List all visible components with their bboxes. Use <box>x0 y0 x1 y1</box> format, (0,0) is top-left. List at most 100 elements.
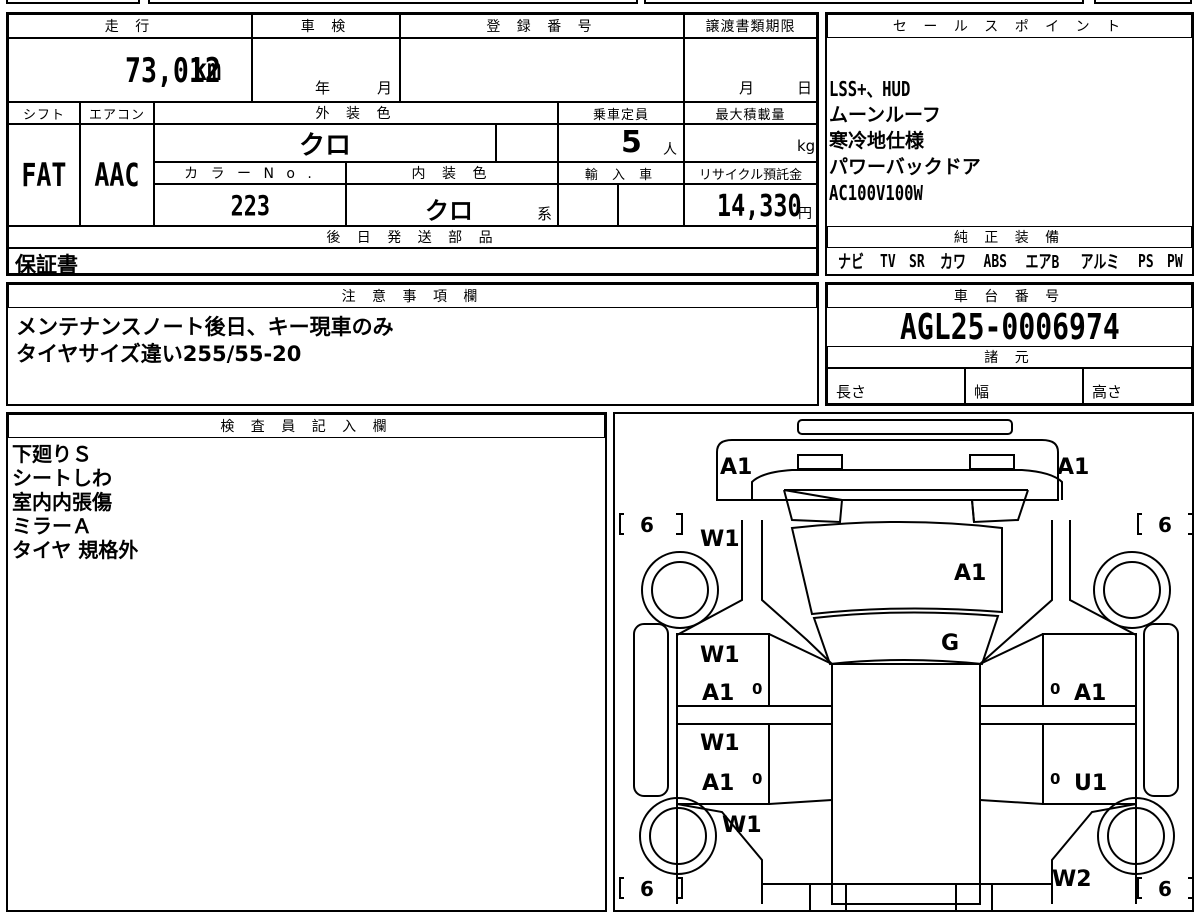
mark-left-front-door-1: W1 <box>700 643 740 668</box>
equipment-tv: TV <box>879 250 896 272</box>
length-label: 長さ <box>836 383 867 401</box>
chassis-panel: 車 台 番 号 AGL25-0006974 諸 元 長さ 幅 高さ <box>825 282 1194 406</box>
transfer-month: 月 <box>739 79 755 97</box>
mark-right-rear-fender: W2 <box>1052 867 1092 892</box>
length-cell: 長さ <box>827 368 965 404</box>
door-marker: 0 <box>752 770 762 788</box>
car-diagram-panel: A1 A1 W1 A1 G W1 A1 W1 A1 A1 U1 W1 W2 0 … <box>613 412 1194 912</box>
width-cell: 幅 <box>965 368 1083 404</box>
mileage-cell: 73,012 km <box>8 38 252 102</box>
inspection-year: 年 <box>315 79 331 97</box>
door-marker: 0 <box>1050 770 1060 788</box>
later-parts-value: 保証書 <box>15 253 78 277</box>
left-body-line <box>676 520 743 904</box>
sales-point-line: AC100V100W <box>829 181 923 205</box>
mark-left-rear-door-1: W1 <box>700 731 740 756</box>
later-parts-header: 後 日 発 送 部 品 <box>8 226 817 248</box>
notes-list: メンテナンスノート後日、キー現車のみ タイヤサイズ違い255/55-20 <box>16 314 394 368</box>
interior-color-suffix: 系 <box>537 205 553 223</box>
mark-left-rear-fender: W1 <box>722 813 762 838</box>
inspection-cell: 年 月 <box>252 38 400 102</box>
genuine-equipment-list: ナビ TV SR カワ ABS エアB アルミ PS PW <box>827 248 1192 274</box>
inspector-list: 下廻りＳ シートしわ 室内内張傷 ミラーＡ タイヤ 規格外 <box>12 442 138 562</box>
rear-light-right <box>955 883 993 910</box>
recycle-header: リサイクル預託金 <box>684 162 817 184</box>
sales-points-list: LSS+、HUD ムーンルーフ 寒冷地仕様 パワーバックドア AC100V100… <box>829 76 981 206</box>
capacity-value: 5 <box>621 125 642 160</box>
later-parts-cell: 保証書 <box>8 248 817 277</box>
recycle-cell: 14,330 円 <box>684 184 817 226</box>
sales-points-header: セ ー ル ス ポ イ ン ト <box>827 14 1192 38</box>
mileage-unit: km <box>193 53 222 88</box>
shift-cell: FAT <box>8 124 80 226</box>
headlight-left-icon <box>797 454 843 470</box>
mark-windshield: G <box>941 631 959 656</box>
color-no-value: 223 <box>230 188 270 222</box>
capacity-cell: 5 人 <box>558 124 684 162</box>
height-cell: 高さ <box>1083 368 1192 404</box>
interior-color-cell: クロ 系 <box>346 184 558 226</box>
equipment-airbag: エアB <box>1025 252 1060 273</box>
front-bumper-strip <box>797 419 1013 435</box>
exterior-color-value: クロ <box>298 130 351 161</box>
chassis-number: AGL25-0006974 <box>899 306 1120 348</box>
import-cell-b <box>618 184 684 226</box>
mark-hood: A1 <box>954 561 986 586</box>
windshield-outline <box>812 611 1000 666</box>
sales-points-panel: セ ー ル ス ポ イ ン ト LSS+、HUD ムーンルーフ 寒冷地仕様 パワ… <box>825 12 1194 276</box>
top-strip-mid <box>148 0 638 4</box>
inspector-line: 下廻りＳ <box>12 442 92 466</box>
mark-left-front-door-2: A1 <box>702 681 734 706</box>
import-header: 輸 入 車 <box>558 162 684 184</box>
inspector-line: シートしわ <box>12 466 112 490</box>
sales-point-line: ムーンルーフ <box>829 104 941 126</box>
height-label: 高さ <box>1092 383 1123 401</box>
sales-point-line: 寒冷地仕様 <box>829 130 925 152</box>
grille-outline <box>751 469 1063 500</box>
inspector-line: タイヤ 規格外 <box>12 538 139 562</box>
mark-front-right-bumper: A1 <box>1057 455 1089 480</box>
ac-cell: AAC <box>80 124 154 226</box>
equipment-sr: SR <box>908 250 925 272</box>
transfer-deadline-header: 譲渡書類期限 <box>684 14 817 38</box>
equipment-ps: PS <box>1137 250 1154 272</box>
car-diagram: A1 A1 W1 A1 G W1 A1 W1 A1 A1 U1 W1 W2 0 … <box>619 419 1192 910</box>
mark-left-rear-door-2: A1 <box>702 771 734 796</box>
specs-header: 諸 元 <box>827 346 1192 368</box>
color-no-header: カ ラ ー N o . <box>154 162 346 184</box>
sales-point-line: パワーバックドア <box>829 156 981 178</box>
ac-header: エアコン <box>80 102 154 124</box>
mileage-header: 走 行 <box>8 14 252 38</box>
transfer-day: 日 <box>797 79 813 97</box>
top-strip-right <box>644 0 1084 4</box>
top-strip-far-right <box>1094 0 1192 4</box>
recycle-value: 14,330 <box>717 189 802 224</box>
door-marker: 0 <box>1050 680 1060 698</box>
transfer-cell: 月 日 <box>684 38 817 102</box>
registration-cell <box>400 38 684 102</box>
max-load-cell: kg <box>684 124 817 162</box>
shift-header: シフト <box>8 102 80 124</box>
interior-color-value: クロ <box>425 197 473 225</box>
exterior-color-extra-cell <box>496 124 558 162</box>
chassis-number-cell: AGL25-0006974 <box>827 306 1192 348</box>
width-label: 幅 <box>974 383 990 401</box>
exterior-color-cell: クロ <box>154 124 496 162</box>
inspector-panel: 検 査 員 記 入 欄 下廻りＳ シートしわ 室内内張傷 ミラーＡ タイヤ 規格… <box>6 412 607 912</box>
vehicle-info-panel: 走 行 車 検 登 録 番 号 譲渡書類期限 73,012 km 年 月 月 日… <box>6 12 819 277</box>
inspector-line: ミラーＡ <box>12 514 92 538</box>
note-line: メンテナンスノート後日、キー現車のみ <box>16 315 394 339</box>
ac-value: AAC <box>94 156 140 194</box>
inspection-month: 月 <box>377 79 393 97</box>
equipment-leather: カワ <box>940 252 967 273</box>
tire-tread-left-rear: 6 <box>640 877 654 901</box>
genuine-equipment-header: 純 正 装 備 <box>827 226 1192 248</box>
door-marker: 0 <box>752 680 762 698</box>
recycle-unit: 円 <box>798 206 812 222</box>
shift-value: FAT <box>21 156 67 194</box>
mark-right-front-door: A1 <box>1074 681 1106 706</box>
inspector-header: 検 査 員 記 入 欄 <box>8 414 605 438</box>
rear-light-left <box>809 883 847 910</box>
inspector-line: 室内内張傷 <box>12 490 112 514</box>
sales-point-line: LSS+、HUD <box>829 77 911 101</box>
